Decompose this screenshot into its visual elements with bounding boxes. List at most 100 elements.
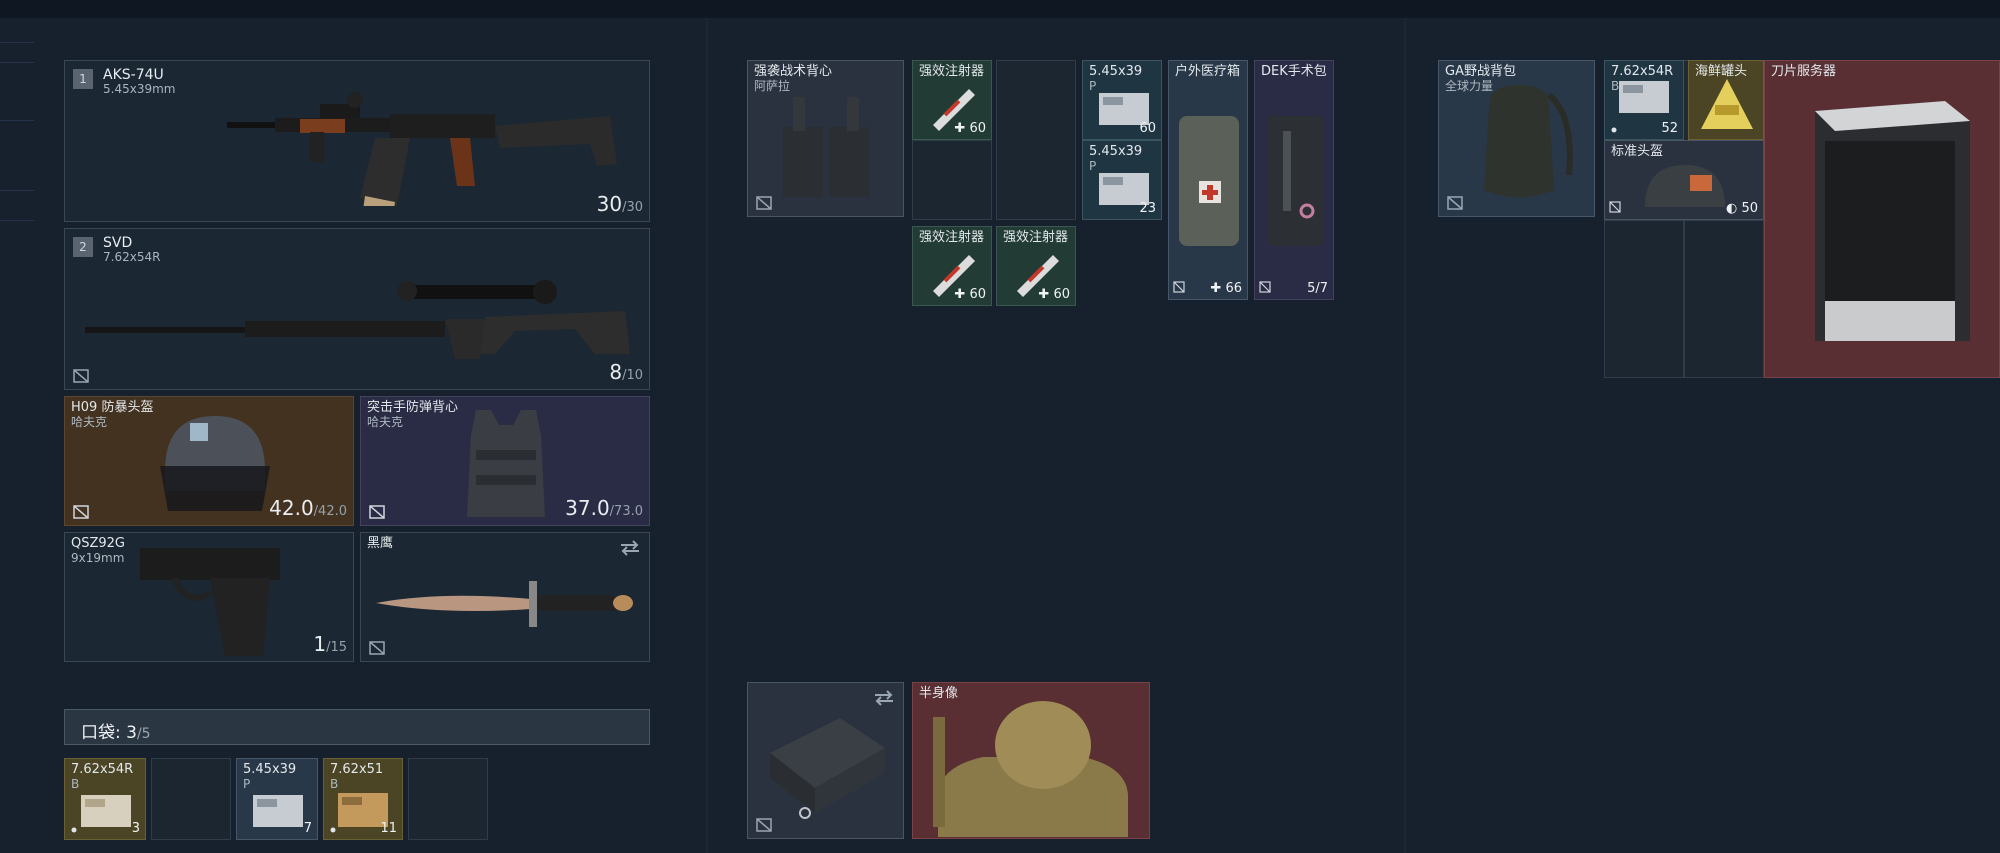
ammo-name: 5.45x39 xyxy=(243,762,297,777)
weapon-caliber: 9x19mm xyxy=(71,551,125,565)
helmet-image xyxy=(1645,165,1725,207)
ammo-dot-icon xyxy=(71,827,77,833)
ammo-grade: B xyxy=(71,777,80,791)
pistol-slot[interactable]: QSZ92G 9x19mm 1/15 xyxy=(64,532,354,662)
ammo-count: 8/10 xyxy=(609,360,643,384)
pockets-label: 口袋: 3/5 xyxy=(81,723,151,743)
chest-rig-slot[interactable]: 强袭战术背心 阿萨拉 xyxy=(747,60,904,217)
knife-image xyxy=(376,581,633,627)
armor-vest-image xyxy=(467,410,545,517)
rig-slot-ammo[interactable]: 5.45x39 P 60 xyxy=(1082,60,1162,140)
item-stat: ✚ 60 xyxy=(954,121,986,136)
item-brand: 哈夫克 xyxy=(71,415,108,429)
pocket-slot-empty[interactable] xyxy=(408,758,488,840)
ammo-name: 7.62x51 xyxy=(330,762,384,777)
no-insurance-icon xyxy=(369,505,385,519)
secure-case-slot[interactable] xyxy=(747,682,904,839)
no-insurance-icon xyxy=(1173,281,1189,295)
backpack-slot[interactable]: GA野战背包 全球力量 xyxy=(1438,60,1595,217)
item-count: 3 xyxy=(131,821,140,836)
item-count: 11 xyxy=(380,821,397,836)
ammo-box-image xyxy=(253,795,303,827)
pocket-slot-1[interactable]: 7.62x54R B 3 xyxy=(64,758,146,840)
item-name: 刀片服务器 xyxy=(1771,64,1837,79)
blade-server-image xyxy=(1815,101,1970,341)
rig-slot-empty[interactable] xyxy=(996,60,1076,220)
primary-weapon-slot-1[interactable]: 1 AKS-74U 5.45x39mm 30/30 xyxy=(64,60,650,222)
backpack-slot-blade-server[interactable]: 刀片服务器 xyxy=(1764,60,2000,378)
rig-slot-medkit[interactable]: 户外医疗箱 ✚ 66 xyxy=(1168,60,1248,300)
ammo-name: 7.62x54R xyxy=(71,762,134,777)
no-insurance-icon xyxy=(1447,196,1463,210)
pocket-slot-2[interactable]: 5.45x39 P 7 xyxy=(236,758,318,840)
backpack-slot-empty[interactable] xyxy=(1604,220,1684,378)
backpack-slot-empty[interactable] xyxy=(1684,220,1764,378)
pocket-slot-3[interactable]: 7.62x51 B 11 xyxy=(323,758,403,840)
item-name: DEK手术包 xyxy=(1261,64,1327,79)
helmet-image xyxy=(160,416,270,511)
slot-index-badge: 1 xyxy=(73,69,93,89)
backpack-slot-helmet[interactable]: 标准头盔 ◐ 50 xyxy=(1604,140,1764,220)
item-name: 突击手防弹背心 xyxy=(367,400,459,415)
weapon-name: 黑鹰 xyxy=(367,536,394,551)
ammo-count: 1/15 xyxy=(313,632,347,656)
rig-slot-stim[interactable]: 强效注射器 ✚ 60 xyxy=(912,60,992,140)
no-insurance-icon xyxy=(369,641,385,655)
durability: 37.0/73.0 xyxy=(565,496,643,520)
item-brand: 阿萨拉 xyxy=(754,79,791,93)
item-name: 户外医疗箱 xyxy=(1175,64,1241,79)
divider xyxy=(0,42,34,43)
melee-slot[interactable]: 黑鹰 xyxy=(360,532,650,662)
no-insurance-icon xyxy=(1609,201,1625,215)
rig-slot-surgery-kit[interactable]: DEK手术包 5/7 xyxy=(1254,60,1334,300)
primary-weapon-slot-2[interactable]: 2 SVD 7.62x54R 8/10 xyxy=(64,228,650,390)
item-name: 强效注射器 xyxy=(1003,230,1069,245)
backpack-slot-food[interactable]: 海鲜罐头 xyxy=(1688,60,1764,140)
rig-slot-stim[interactable]: 强效注射器 ✚ 60 xyxy=(996,226,1076,306)
backpack-slot-ammo[interactable]: 7.62x54R B 52 xyxy=(1604,60,1684,140)
no-insurance-icon xyxy=(1259,281,1275,295)
item-count: 23 xyxy=(1139,201,1156,216)
armor-slot[interactable]: 突击手防弹背心 哈夫克 37.0/73.0 xyxy=(360,396,650,526)
divider xyxy=(0,62,34,63)
surgery-kit-image xyxy=(1267,116,1323,246)
no-insurance-icon xyxy=(756,818,772,832)
sniper-rifle-image xyxy=(85,280,630,359)
item-name: 强效注射器 xyxy=(919,230,985,245)
durability: 42.0/42.0 xyxy=(269,496,347,520)
divider xyxy=(706,18,708,853)
ammo-dot-icon xyxy=(330,827,336,833)
item-count: 60 xyxy=(1139,121,1156,136)
rig-slot-empty[interactable] xyxy=(912,140,992,220)
weapon-name: SVD xyxy=(103,235,133,251)
helmet-slot[interactable]: H09 防暴头盔 哈夫克 42.0/42.0 xyxy=(64,396,354,526)
item-count: 52 xyxy=(1661,121,1678,136)
rig-slot-ammo[interactable]: 5.45x39 P 23 xyxy=(1082,140,1162,220)
canned-food-image xyxy=(1701,79,1753,129)
item-stat: ✚ 60 xyxy=(1038,287,1070,302)
pockets-header: 口袋: 3/5 xyxy=(64,709,650,745)
ammo-grade: P xyxy=(1089,79,1097,93)
no-insurance-icon xyxy=(756,196,772,210)
divider xyxy=(0,120,34,121)
ammo-name: 5.45x39 xyxy=(1089,144,1143,159)
secure-case-image xyxy=(770,718,885,819)
item-name: H09 防暴头盔 xyxy=(71,400,154,415)
ammo-count: 30/30 xyxy=(596,192,643,216)
medkit-image xyxy=(1179,116,1239,246)
item-stat: 5/7 xyxy=(1307,281,1328,296)
chest-rig-image xyxy=(783,97,869,197)
swap-icon[interactable] xyxy=(619,539,641,557)
pocket-slot-empty[interactable] xyxy=(151,758,231,840)
item-name: 强效注射器 xyxy=(919,64,985,79)
item-brand: 哈夫克 xyxy=(367,415,404,429)
divider xyxy=(0,190,34,191)
swap-icon[interactable] xyxy=(873,689,895,707)
top-bar xyxy=(0,0,2000,18)
bust-statue-image xyxy=(933,701,1128,837)
weapon-caliber: 5.45x39mm xyxy=(103,82,176,96)
no-insurance-icon xyxy=(73,369,89,383)
bust-slot[interactable]: 半身像 xyxy=(912,682,1150,839)
rig-slot-stim[interactable]: 强效注射器 ✚ 60 xyxy=(912,226,992,306)
item-stat: ◐ 50 xyxy=(1725,201,1758,216)
